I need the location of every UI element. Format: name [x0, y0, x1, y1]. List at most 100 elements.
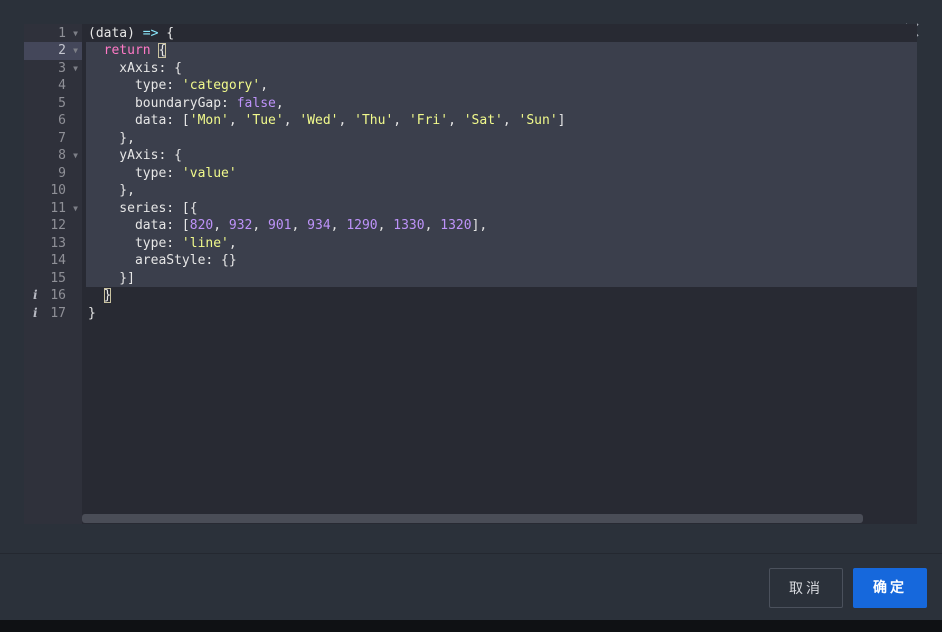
- code-token: }: [88, 305, 96, 321]
- code-token: ,: [275, 95, 284, 111]
- line-number-row: 5: [24, 95, 82, 113]
- code-token-num: 932: [228, 218, 253, 233]
- code-token: ,: [283, 113, 300, 128]
- code-token: ],: [471, 218, 488, 233]
- fold-toggle-icon[interactable]: ▼: [73, 25, 78, 43]
- code-line: data: [820, 932, 901, 934, 1290, 1330, 1…: [88, 217, 487, 235]
- code-token: },: [88, 130, 135, 146]
- line-number: 16: [50, 288, 66, 303]
- code-line: },: [88, 130, 135, 148]
- code-token: areaStyle: {}: [88, 253, 237, 268]
- line-number: 11: [50, 200, 66, 216]
- line-number: 1: [58, 25, 66, 41]
- code-line: }]: [88, 270, 135, 288]
- code-token: boundaryGap:: [88, 95, 237, 111]
- code-token: ]: [557, 113, 566, 128]
- line-number: 15: [50, 270, 66, 286]
- dialog-top-bar: [0, 0, 942, 24]
- line-number-row: 3 ▼: [24, 60, 82, 78]
- line-number-row: 4: [24, 77, 82, 95]
- code-token-num: 1330: [393, 218, 425, 233]
- horizontal-scrollbar[interactable]: [82, 514, 863, 523]
- code-token: ,: [502, 113, 519, 128]
- code-line: }: [88, 305, 96, 323]
- code-line: }: [88, 287, 112, 305]
- line-number: 4: [58, 78, 66, 93]
- line-number-row: 9: [24, 165, 82, 183]
- line-number: 12: [50, 218, 66, 233]
- code-token-num: 934: [307, 218, 331, 233]
- code-token-kw: return: [103, 43, 151, 58]
- code-token: ,: [260, 78, 269, 93]
- line-number-gutter: 1 ▼ 2 ▼ 3 ▼ 4 5 6 7 8 ▼ 9 10 11 ▼ 12 13 14 15 i 16 i 17: [24, 24, 82, 524]
- fold-toggle-icon[interactable]: ▼: [73, 42, 78, 60]
- code-line: yAxis: {: [88, 147, 182, 165]
- code-token-str: 'Fri': [408, 113, 449, 128]
- code-token: {: [158, 25, 175, 41]
- code-token-str: 'category': [181, 78, 261, 93]
- line-number: 10: [50, 183, 66, 198]
- code-token-brace: }: [103, 288, 112, 303]
- line-number-row: 14: [24, 252, 82, 270]
- code-token: ,: [330, 218, 347, 233]
- fold-toggle-icon[interactable]: ▼: [73, 147, 78, 165]
- code-token: ,: [228, 113, 245, 128]
- code-token: (data): [88, 25, 143, 41]
- fold-toggle-icon[interactable]: ▼: [73, 60, 78, 78]
- code-line: xAxis: {: [88, 60, 182, 78]
- fold-toggle-icon[interactable]: ▼: [73, 200, 78, 218]
- ok-button[interactable]: 确定: [853, 568, 927, 608]
- line-number-row: 1 ▼: [24, 25, 82, 43]
- line-number-row: 10: [24, 182, 82, 200]
- code-token: series: [{: [88, 200, 198, 216]
- line-number: 6: [58, 113, 66, 128]
- code-token-str: 'value': [181, 165, 237, 181]
- code-token-brace: {: [158, 43, 167, 58]
- code-token: ,: [424, 218, 441, 233]
- code-line: data: ['Mon', 'Tue', 'Wed', 'Thu', 'Fri'…: [88, 112, 566, 130]
- line-number: 9: [58, 165, 66, 181]
- code-line: (data) => {: [88, 25, 174, 43]
- line-number-row: 15: [24, 270, 82, 288]
- line-number-row: 11 ▼: [24, 200, 82, 218]
- code-token: type:: [88, 165, 182, 181]
- code-line: type: 'line',: [88, 235, 237, 253]
- line-number-row: i 16: [24, 287, 82, 305]
- line-number: 7: [58, 130, 66, 146]
- line-number: 2: [58, 43, 66, 58]
- cancel-button[interactable]: 取消: [769, 568, 843, 608]
- line-number-row: 8 ▼: [24, 147, 82, 165]
- code-line: return {: [88, 42, 167, 60]
- code-editor[interactable]: 1 ▼ 2 ▼ 3 ▼ 4 5 6 7 8 ▼ 9 10 11 ▼ 12 13 14 15 i 16 i 17 (data) …: [24, 24, 917, 524]
- code-token-num: 901: [268, 218, 292, 233]
- code-token: yAxis: {: [88, 148, 182, 163]
- code-token: ,: [377, 218, 394, 233]
- line-number-row: 12: [24, 217, 82, 235]
- line-number: 8: [58, 148, 66, 163]
- bottom-strip: [0, 620, 942, 632]
- line-number-row: 7: [24, 130, 82, 148]
- code-line: type: 'category',: [88, 77, 268, 95]
- code-line: boundaryGap: false,: [88, 95, 284, 113]
- line-number-row: 2 ▼: [24, 42, 82, 60]
- code-token-num: 1320: [440, 218, 472, 233]
- code-line: },: [88, 182, 135, 200]
- code-token-str: 'Thu': [354, 113, 394, 128]
- code-token: }]: [88, 270, 135, 286]
- code-token-op: =>: [142, 25, 159, 41]
- code-token-str: 'Mon': [189, 113, 229, 128]
- code-token: type:: [88, 235, 182, 251]
- info-icon[interactable]: i: [33, 287, 38, 305]
- code-token: },: [88, 183, 135, 198]
- code-token: data: [: [88, 113, 190, 128]
- code-token: ,: [291, 218, 308, 233]
- line-number-row: i 17: [24, 305, 82, 323]
- code-token: xAxis: {: [88, 60, 182, 76]
- info-icon[interactable]: i: [33, 305, 38, 323]
- code-token: ,: [448, 113, 464, 128]
- line-number: 14: [50, 253, 66, 268]
- code-token: type:: [88, 78, 182, 93]
- code-token: ,: [393, 113, 409, 128]
- selection-highlight-line-2: [86, 41, 917, 59]
